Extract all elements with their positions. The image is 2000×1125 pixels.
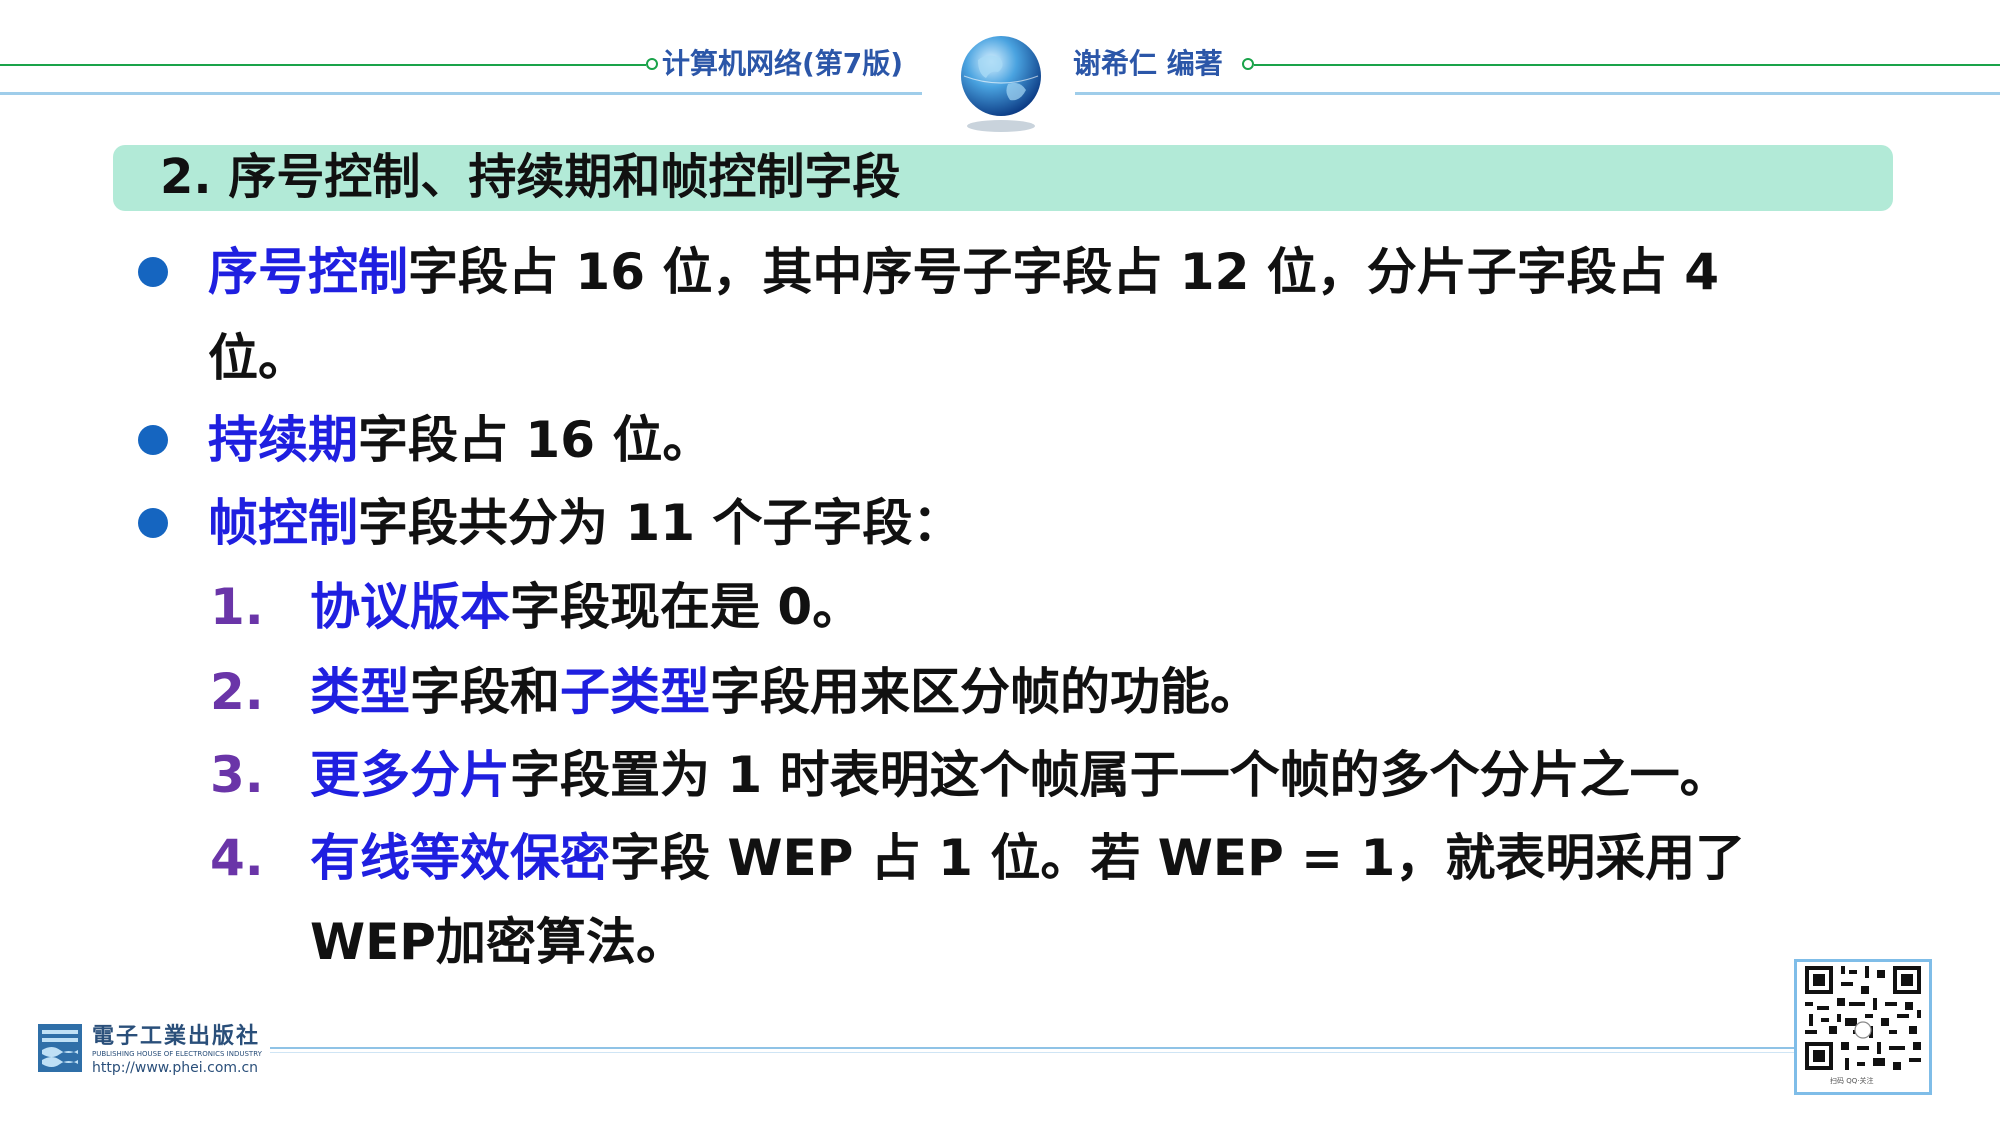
bullet-dot [138,257,168,287]
bullet-dot [138,508,168,538]
bullet-3-line-1: 帧控制字段共分为 11 个子字段： [208,491,962,555]
subitem-number: 2. [210,663,264,721]
keyword: 有线等效保密 [310,829,610,887]
qr-code-frame [1794,959,1932,1095]
keyword: 帧控制 [208,494,358,552]
subitem-4: 有线等效保密字段 WEP 占 1 位。若 WEP = 1，就表明采用了 [310,826,1745,890]
footer-subrule [270,1052,1795,1053]
header-subrule-left [0,92,922,95]
qr-code-icon [1797,962,1929,1074]
subitem-number: 1. [210,578,264,636]
book-title: 计算机网络(第7版) [662,47,904,80]
book-author: 谢希仁 编著 [1073,47,1223,80]
subitem-text: 字段和 [410,663,560,721]
keyword: 类型 [310,663,410,721]
bullet-text: 字段占 16 位。 [358,411,713,469]
header-subrule-right [1075,92,2000,95]
keyword: 协议版本 [310,578,510,636]
subitem-4-continuation: WEP加密算法。 [310,913,686,971]
keyword: 序号控制 [208,243,408,301]
publisher-english: PUBLISHING HOUSE OF ELECTRONICS INDUSTRY [92,1050,262,1058]
slide-title: 2. 序号控制、持续期和帧控制字段 [160,149,901,205]
subitem-text: 字段现在是 0。 [510,578,863,636]
qr-caption: 扫码 QQ·关注 [1830,1077,1874,1085]
publisher-logo-icon [38,1024,82,1072]
subitem-text: 字段置为 1 时表明这个帧属于一个帧的多个分片之一。 [510,746,1730,804]
bullet-1-line-2: 位。 [208,329,308,387]
bullet-1-line-1: 序号控制字段占 16 位，其中序号子字段占 12 位，分片子字段占 4 [208,240,1719,304]
publisher-url[interactable]: http://www.phei.com.cn [92,1060,258,1076]
footer-rule [270,1047,1795,1049]
header-ring-right [1242,58,1254,70]
subitem-2: 类型字段和子类型字段用来区分帧的功能。 [310,660,1260,724]
keyword: 子类型 [560,663,710,721]
globe-icon [961,36,1041,132]
subitem-text: 字段用来区分帧的功能。 [710,663,1260,721]
subitem-1: 协议版本字段现在是 0。 [310,575,862,639]
header-ring-left [646,58,658,70]
bullet-text: 字段占 16 位，其中序号子字段占 12 位，分片子字段占 4 [408,243,1719,301]
header-rule-left [0,64,646,66]
bullet-dot [138,425,168,455]
bullet-text: 字段共分为 11 个子字段： [358,494,963,552]
keyword: 持续期 [208,411,358,469]
header-rule-right [1254,64,2000,66]
subitem-number: 3. [210,746,264,804]
subitem-number: 4. [210,829,264,887]
subitem-3: 更多分片字段置为 1 时表明这个帧属于一个帧的多个分片之一。 [310,743,1730,807]
publisher-name: 電子工業出版社 [92,1023,261,1049]
keyword: 更多分片 [310,746,510,804]
bullet-2-line-1: 持续期字段占 16 位。 [208,408,712,472]
subitem-text: 字段 WEP 占 1 位。若 WEP = 1，就表明采用了 [610,829,1746,887]
